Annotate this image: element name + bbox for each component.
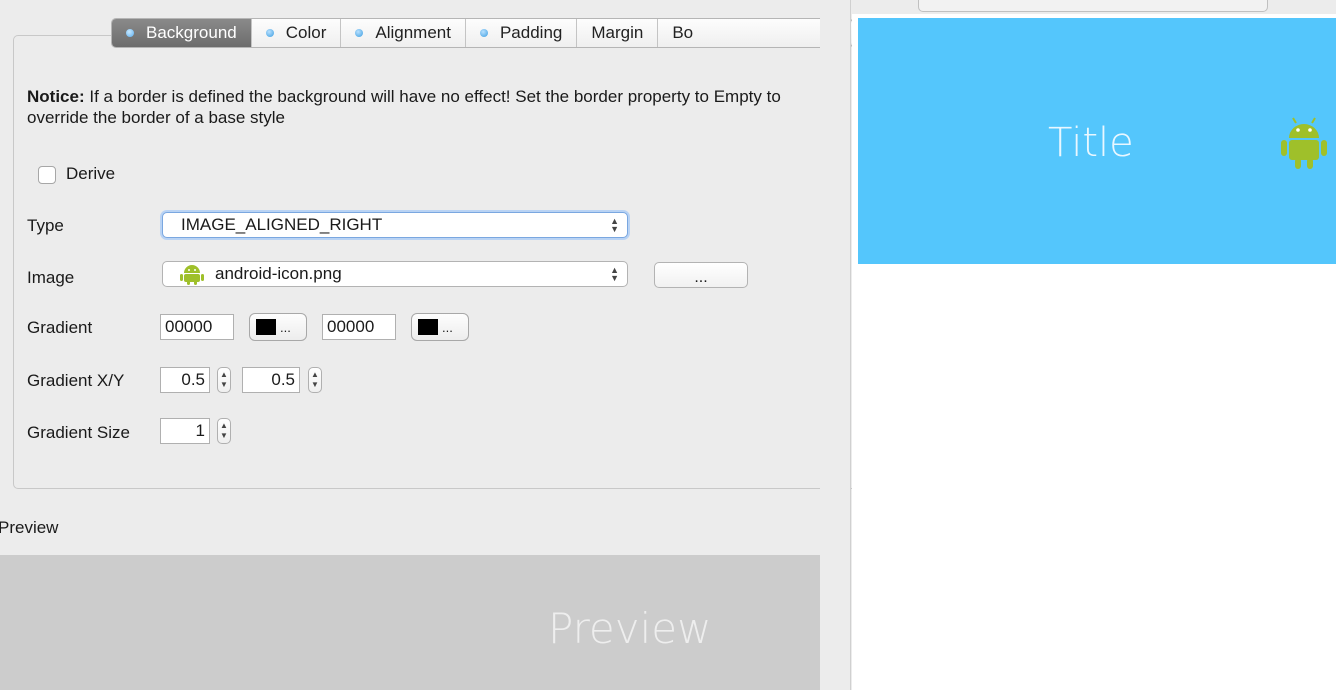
color-swatch: [256, 319, 276, 335]
border-notice: Notice: If a border is defined the backg…: [27, 87, 781, 127]
browse-image-button[interactable]: ...: [654, 262, 748, 288]
tab-dot-icon: [479, 29, 488, 37]
tab-background[interactable]: Background: [112, 19, 252, 47]
derive-checkbox[interactable]: [38, 166, 56, 184]
top-field[interactable]: [918, 0, 1268, 12]
android-icon: [180, 265, 204, 285]
tab-border[interactable]: Bo: [658, 19, 707, 47]
gradient-color2-picker[interactable]: ...: [411, 313, 469, 341]
gradient-x-field[interactable]: 0.5: [160, 367, 210, 393]
gradient-size-field[interactable]: 1: [160, 418, 210, 444]
derive-label: Derive: [66, 164, 116, 183]
gradient-color1-field[interactable]: 00000: [160, 314, 234, 340]
gradient-size-stepper[interactable]: ▲ ▼: [217, 418, 231, 444]
type-select[interactable]: IMAGE_ALIGNED_RIGHT ▲ ▼: [162, 212, 628, 238]
image-label: Image: [27, 268, 75, 287]
tab-alignment[interactable]: Alignment: [341, 19, 466, 47]
split-pane-divider[interactable]: [820, 0, 851, 690]
tab-dot-icon: [265, 29, 274, 37]
gradient-color2-field[interactable]: 00000: [322, 314, 396, 340]
gradient-x-stepper[interactable]: ▲ ▼: [217, 367, 231, 393]
gradient-y-stepper[interactable]: ▲ ▼: [308, 367, 322, 393]
tab-dot-icon: [355, 29, 364, 37]
color-swatch: [418, 319, 438, 335]
tab-dot-icon: [126, 29, 134, 37]
select-arrows-icon: ▲ ▼: [610, 216, 619, 234]
gradient-color1-picker[interactable]: ...: [249, 313, 307, 341]
android-icon: [1281, 117, 1327, 169]
gradient-label: Gradient: [27, 318, 93, 337]
gradient-xy-label: Gradient X/Y: [27, 371, 125, 390]
gradient-size-label: Gradient Size: [27, 423, 130, 442]
preview-label: Preview: [0, 518, 59, 537]
tab-padding[interactable]: Padding: [466, 19, 578, 47]
tab-color[interactable]: Color: [252, 19, 342, 47]
type-label: Type: [27, 216, 64, 235]
image-select[interactable]: android-icon.png ▲ ▼: [162, 261, 628, 287]
preview-sample-text: Preview: [548, 604, 712, 653]
select-arrows-icon: ▲ ▼: [610, 265, 619, 283]
tab-margin[interactable]: Margin: [577, 19, 659, 47]
title-text: Title: [1048, 120, 1134, 166]
style-tabs: Background Color Alignment Padding Margi…: [111, 18, 853, 48]
gradient-y-field[interactable]: 0.5: [242, 367, 300, 393]
